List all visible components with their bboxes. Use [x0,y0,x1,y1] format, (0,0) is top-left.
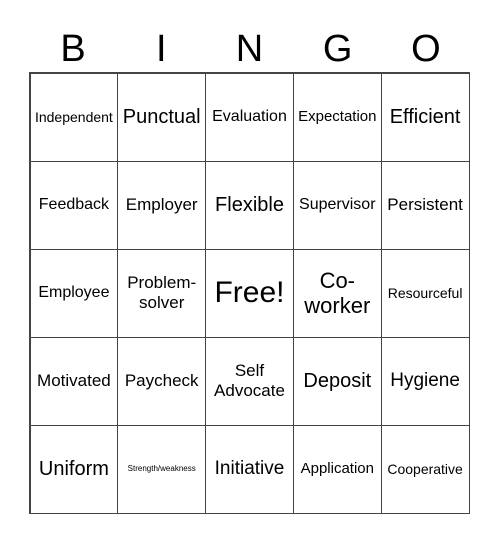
bingo-cell[interactable]: Evaluation [205,72,294,162]
bingo-cell[interactable]: Problem-solver [117,248,207,338]
bingo-cell[interactable]: Feedback [29,160,119,250]
bingo-cell[interactable]: Initiative [205,424,294,514]
bingo-cell[interactable]: Employee [29,248,119,338]
free-space-cell[interactable]: Free! [205,248,294,338]
bingo-cell[interactable]: Cooperative [380,424,470,514]
bingo-cell[interactable]: Employer [117,160,207,250]
bingo-header: B I N G O [29,26,470,72]
bingo-cell[interactable]: Co-worker [292,248,382,338]
bingo-cell[interactable]: Self Advocate [205,336,294,426]
bingo-cell[interactable]: Punctual [117,72,207,162]
bingo-cell[interactable]: Independent [29,72,119,162]
bingo-cell[interactable]: Supervisor [292,160,382,250]
bingo-cell[interactable]: Persistent [380,160,470,250]
header-letter-b: B [60,28,86,70]
bingo-cell[interactable]: Application [292,424,382,514]
bingo-cell[interactable]: Efficient [380,72,470,162]
bingo-cell[interactable]: Expectation [292,72,382,162]
bingo-cell[interactable]: Paycheck [117,336,207,426]
bingo-card: Independent Punctual Evaluation Expectat… [29,72,470,514]
bingo-cell[interactable]: Flexible [205,160,294,250]
bingo-cell[interactable]: Resourceful [380,248,470,338]
header-letter-i: I [156,28,167,70]
bingo-cell[interactable]: Uniform [29,424,119,514]
header-letter-o: O [411,28,441,70]
bingo-cell[interactable]: Strength/weakness [117,424,207,514]
bingo-cell[interactable]: Deposit [292,336,382,426]
header-letter-n: N [235,28,264,70]
bingo-cell[interactable]: Hygiene [380,336,470,426]
bingo-cell[interactable]: Motivated [29,336,119,426]
header-letter-g: G [322,28,353,70]
